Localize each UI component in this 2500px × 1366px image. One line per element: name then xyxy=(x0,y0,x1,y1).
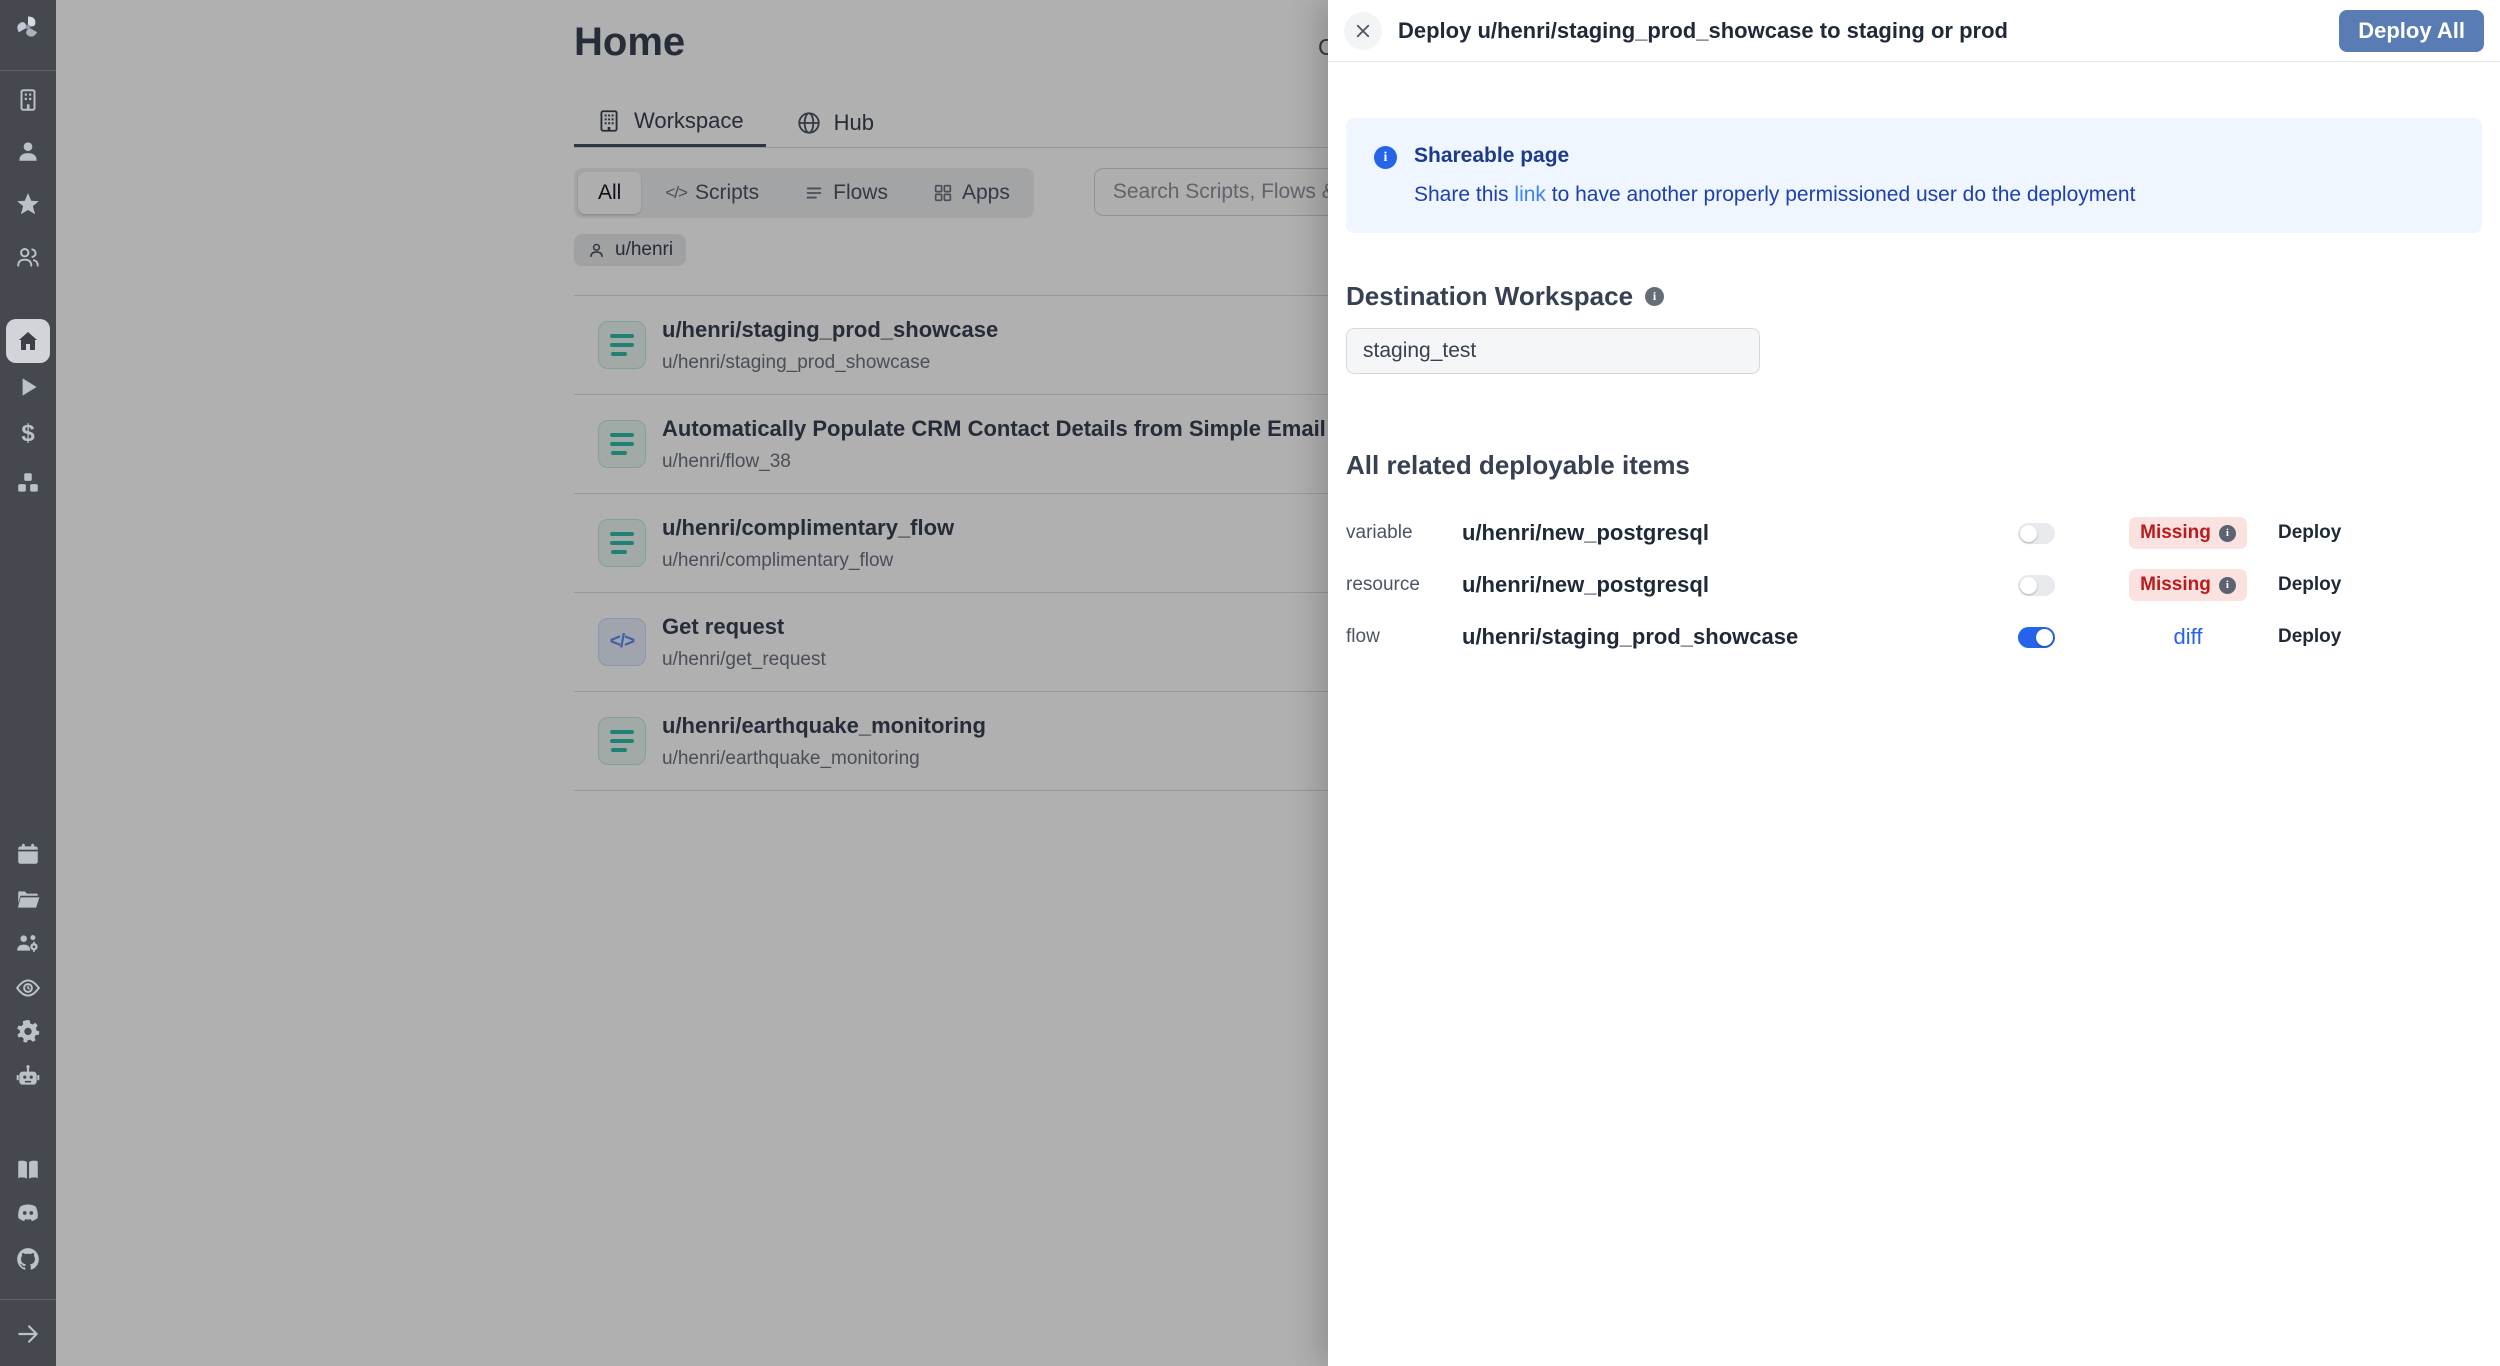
info-icon: i xyxy=(1374,146,1397,169)
settings-gear-icon[interactable] xyxy=(15,1018,41,1044)
deployable-row: flow u/henri/staging_prod_showcase diff … xyxy=(1346,611,2482,663)
info-body-prefix: Share this xyxy=(1414,183,1509,206)
shareable-page-info-box: i Shareable page Share this link to have… xyxy=(1346,118,2482,233)
destination-info-icon[interactable]: i xyxy=(1645,287,1664,306)
favorites-star-icon[interactable] xyxy=(15,191,41,217)
info-body: Share this link to have another properly… xyxy=(1414,183,2135,207)
deploy-button[interactable]: Deploy xyxy=(2278,574,2374,596)
share-link[interactable]: link xyxy=(1514,183,1546,206)
discord-icon[interactable] xyxy=(15,1200,41,1226)
user-icon[interactable] xyxy=(15,138,41,164)
workers-robot-icon[interactable] xyxy=(15,1063,41,1089)
deployable-rows: variable u/henri/new_postgresql Missing … xyxy=(1346,507,2482,663)
info-title: Shareable page xyxy=(1414,144,2135,168)
missing-info-icon[interactable]: i xyxy=(2219,525,2236,542)
drawer-title: Deploy u/henri/staging_prod_showcase to … xyxy=(1398,18,2323,44)
destination-workspace-input[interactable] xyxy=(1346,328,1760,374)
expand-arrow-icon[interactable] xyxy=(15,1321,41,1347)
deployable-row: resource u/henri/new_postgresql Missing … xyxy=(1346,559,2482,611)
missing-status-badge: Missing i xyxy=(2129,569,2247,601)
sidebar-divider xyxy=(0,70,56,71)
destination-workspace-heading: Destination Workspace i xyxy=(1346,281,2482,312)
deployable-kind: variable xyxy=(1346,522,1462,544)
deploy-button[interactable]: Deploy xyxy=(2278,522,2374,544)
deploy-toggle-on[interactable] xyxy=(2018,627,2055,648)
audit-eye-icon[interactable] xyxy=(15,975,41,1001)
info-body-suffix: to have another properly permissioned us… xyxy=(1552,183,2136,206)
deploy-toggle-off[interactable] xyxy=(2018,523,2055,544)
missing-info-icon[interactable]: i xyxy=(2219,577,2236,594)
home-icon[interactable] xyxy=(6,319,50,363)
deployable-path: u/henri/new_postgresql xyxy=(1462,572,2018,598)
missing-label: Missing xyxy=(2140,574,2211,596)
folders-icon[interactable] xyxy=(15,886,41,912)
deployable-items-heading: All related deployable items xyxy=(1346,450,2482,481)
deployable-kind: resource xyxy=(1346,574,1462,596)
close-button[interactable] xyxy=(1344,12,1382,50)
missing-status-badge: Missing i xyxy=(2129,517,2247,549)
deployable-kind: flow xyxy=(1346,626,1462,648)
deployable-path: u/henri/new_postgresql xyxy=(1462,520,2018,546)
groups-icon[interactable] xyxy=(15,930,41,956)
drawer-header: Deploy u/henri/staging_prod_showcase to … xyxy=(1328,0,2500,62)
deployable-path: u/henri/staging_prod_showcase xyxy=(1462,624,2018,650)
deploy-toggle-off[interactable] xyxy=(2018,575,2055,596)
variables-dollar-icon[interactable]: $ xyxy=(15,421,41,447)
docs-book-icon[interactable] xyxy=(15,1157,41,1183)
users-icon[interactable] xyxy=(15,244,41,270)
missing-label: Missing xyxy=(2140,522,2211,544)
deploy-all-button[interactable]: Deploy All xyxy=(2339,10,2484,52)
workspace-building-icon[interactable] xyxy=(15,87,41,113)
deployable-row: variable u/henri/new_postgresql Missing … xyxy=(1346,507,2482,559)
schedules-calendar-icon[interactable] xyxy=(15,841,41,867)
sidebar-divider xyxy=(0,1299,56,1300)
github-icon[interactable] xyxy=(15,1246,41,1272)
deploy-button[interactable]: Deploy xyxy=(2278,626,2374,648)
sidebar: $ xyxy=(0,0,56,1366)
resources-cubes-icon[interactable] xyxy=(15,470,41,496)
runs-play-icon[interactable] xyxy=(15,374,41,400)
windmill-logo-icon[interactable] xyxy=(15,14,41,40)
destination-workspace-label: Destination Workspace xyxy=(1346,281,1633,312)
diff-link[interactable]: diff xyxy=(2174,624,2203,650)
close-icon xyxy=(1354,22,1372,40)
deploy-drawer: Deploy u/henri/staging_prod_showcase to … xyxy=(1328,0,2500,1366)
